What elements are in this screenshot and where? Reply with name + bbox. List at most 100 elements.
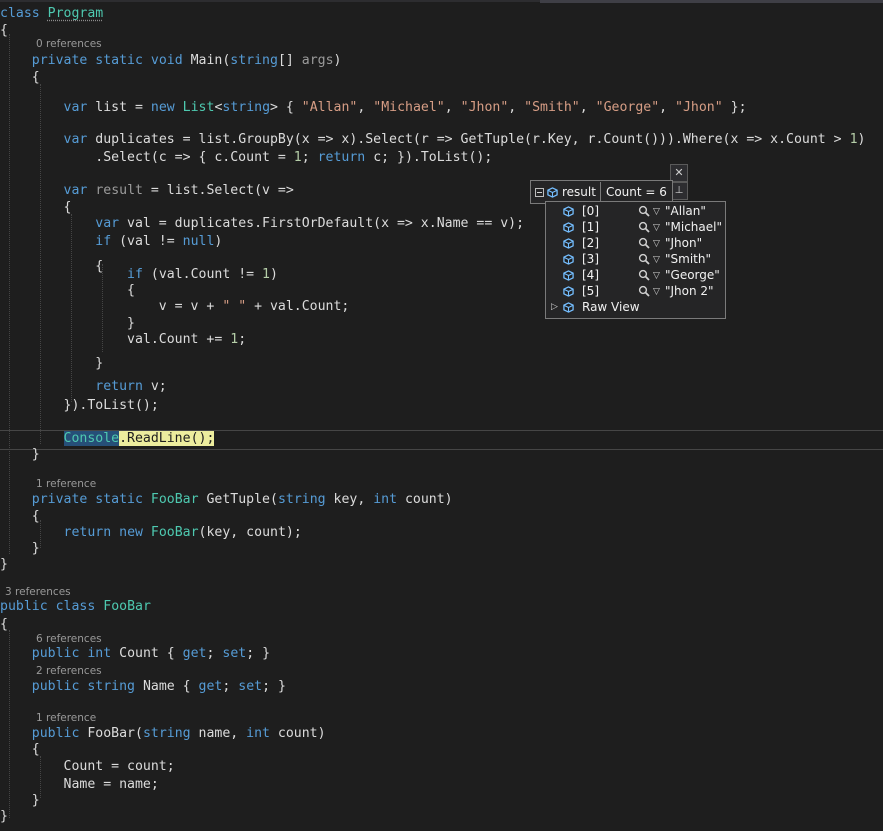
code-token: FooBar [150, 492, 199, 507]
code-line[interactable]: private static void Main(string[] args) [0, 52, 342, 70]
field-cube-icon [563, 206, 574, 217]
datatip-item-index: [5] [582, 284, 599, 298]
dropdown-triangle-icon[interactable]: ▽ [653, 236, 660, 252]
code-token: ) [214, 234, 223, 249]
datatip-variable-value[interactable]: Count = 6 [601, 185, 672, 199]
code-token: FooBar [150, 525, 199, 540]
code-token: } [0, 541, 40, 556]
code-token: 1 [262, 267, 270, 282]
field-cube-icon [563, 222, 574, 233]
code-line[interactable]: public int Count { get; set; } [0, 645, 270, 663]
code-line[interactable]: { [0, 741, 40, 759]
codelens-references[interactable]: 0 references [36, 37, 102, 51]
code-line[interactable]: public string Name { get; set; } [0, 678, 286, 696]
datatip-item-index: [3] [582, 252, 599, 266]
datatip-raw-view-row[interactable]: ▷ Raw View [546, 299, 725, 315]
code-token: count) [397, 492, 453, 507]
magnifier-icon[interactable] [638, 205, 650, 217]
code-line[interactable]: var duplicates = list.GroupBy(x => x).Se… [0, 131, 866, 149]
code-line[interactable]: } [0, 808, 8, 826]
datatip-items-list[interactable]: [0] ▽ "Allan" [1] ▽ "Michael" [2] ▽ "Jhon" [3] ▽ "S… [545, 201, 726, 319]
code-token: ; } [262, 679, 286, 694]
code-line[interactable]: return new FooBar(key, count); [0, 524, 302, 542]
code-token: = list.Select(v => [142, 183, 294, 198]
code-token: { [0, 617, 8, 632]
code-line[interactable]: { [0, 22, 8, 40]
code-line[interactable]: }).ToList(); [0, 397, 159, 415]
code-line[interactable]: public FooBar(string name, int count) [0, 725, 326, 743]
code-token: key, [325, 492, 374, 507]
dropdown-triangle-icon[interactable]: ▽ [653, 220, 660, 236]
code-line[interactable]: public class FooBar [0, 598, 151, 616]
datatip-item-value[interactable]: "Allan" [665, 203, 706, 219]
code-line[interactable]: if (val != null) [0, 233, 222, 251]
code-token: int [373, 492, 398, 507]
code-token: set [238, 679, 263, 694]
code-line[interactable]: .Select(c => { c.Count = 1; return c; })… [0, 149, 492, 167]
code-line[interactable]: v = v + " " + val.Count; [0, 298, 350, 316]
code-line[interactable]: } [0, 446, 40, 464]
magnifier-icon[interactable] [638, 237, 650, 249]
dropdown-triangle-icon[interactable]: ▽ [653, 252, 660, 268]
code-line[interactable]: private static FooBar GetTuple(string ke… [0, 491, 453, 509]
code-token: } [0, 316, 135, 331]
code-line[interactable]: } [0, 355, 103, 373]
code-line[interactable]: } [0, 556, 8, 574]
code-token: ; [238, 332, 247, 347]
datatip-item-value[interactable]: "Jhon 2" [665, 283, 714, 299]
datatip-item-row[interactable]: [3] ▽ "Smith" [546, 251, 725, 267]
codelens-references[interactable]: 1 reference [36, 711, 96, 725]
datatip-item-row[interactable]: [5] ▽ "Jhon 2" [546, 283, 725, 299]
codelens-references[interactable]: 3 references [5, 585, 71, 599]
expand-arrow-icon[interactable]: ▷ [551, 299, 558, 315]
datatip-item-value[interactable]: "Smith" [665, 251, 711, 267]
codelens-references[interactable]: 2 references [36, 664, 102, 678]
code-line[interactable]: { [0, 616, 8, 634]
datatip-item-value[interactable]: "Jhon" [665, 235, 702, 251]
codelens-references[interactable]: 1 reference [36, 477, 96, 491]
code-line[interactable]: return v; [0, 378, 167, 396]
magnifier-icon[interactable] [638, 221, 650, 233]
dropdown-triangle-icon[interactable]: ▽ [653, 268, 660, 284]
code-line[interactable]: val.Count += 1; [0, 331, 246, 349]
datatip-item-value[interactable]: "Michael" [665, 219, 722, 235]
code-token: int [246, 726, 270, 741]
code-token: v = v + [0, 299, 223, 314]
code-token: "George" [595, 100, 660, 115]
code-line[interactable]: var result = list.Select(v => [0, 182, 294, 200]
raw-view-label: Raw View [582, 300, 640, 314]
magnifier-icon[interactable] [638, 253, 650, 265]
datatip-item-row[interactable]: [2] ▽ "Jhon" [546, 235, 725, 251]
code-line[interactable]: Count = count; [0, 758, 175, 776]
field-cube-icon [563, 286, 574, 297]
code-line[interactable]: { [0, 69, 40, 87]
code-token: Console [63, 431, 120, 446]
code-token: v; [142, 379, 167, 394]
dropdown-triangle-icon[interactable]: ▽ [653, 204, 660, 220]
code-line[interactable]: var list = new List<string> { "Allan", "… [0, 99, 747, 117]
code-line[interactable]: class Program [0, 5, 103, 23]
datatip-item-index: [1] [582, 220, 599, 234]
codelens-references[interactable]: 6 references [36, 632, 102, 646]
datatip-item-row[interactable]: [0] ▽ "Allan" [546, 203, 725, 219]
magnifier-icon[interactable] [638, 285, 650, 297]
datatip-item-row[interactable]: [1] ▽ "Michael" [546, 219, 725, 235]
dropdown-triangle-icon[interactable]: ▽ [653, 284, 660, 300]
collapse-icon[interactable] [535, 187, 544, 197]
datatip-item-row[interactable]: [4] ▽ "George" [546, 267, 725, 283]
code-token: string [142, 726, 191, 741]
datatip-item-value[interactable]: "George" [665, 267, 720, 283]
code-token: { [0, 200, 72, 215]
magnifier-icon[interactable] [638, 269, 650, 281]
code-line[interactable]: var val = duplicates.FirstOrDefault(x =>… [0, 215, 524, 233]
